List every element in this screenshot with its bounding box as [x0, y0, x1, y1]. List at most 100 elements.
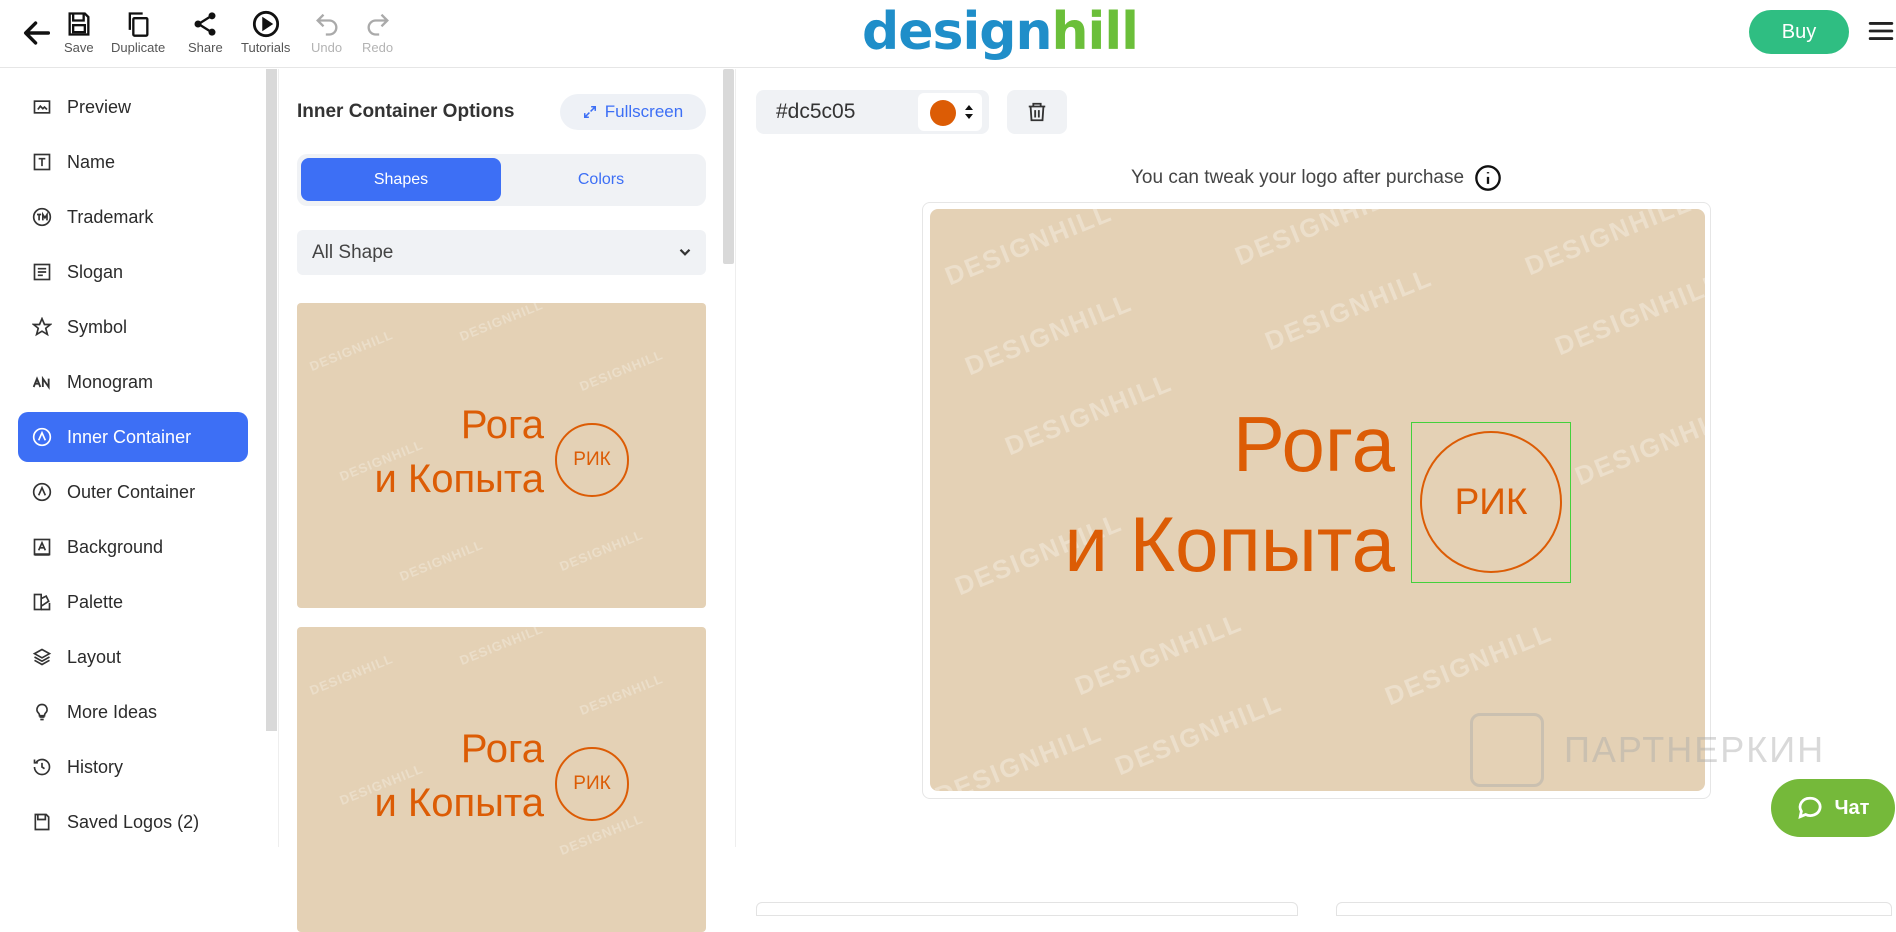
thumb-name-line2: и Копыта: [374, 781, 544, 825]
logo-name-line1[interactable]: Рога: [1233, 399, 1395, 490]
sidebar-item-layout[interactable]: Layout: [18, 632, 248, 682]
watermark: DESIGNHILL: [457, 627, 546, 669]
sidebar-item-label: Background: [67, 536, 164, 557]
fullscreen-button[interactable]: Fullscreen: [560, 94, 706, 130]
logo-variant-card[interactable]: [756, 902, 1298, 916]
sidebar-item-more-ideas[interactable]: More Ideas: [18, 687, 248, 737]
sidebar-item-label: History: [67, 756, 124, 777]
sidebar-item-slogan[interactable]: Slogan: [18, 247, 248, 297]
tutorials-button[interactable]: Tutorials: [241, 10, 290, 55]
options-scrollbar[interactable]: [723, 69, 734, 264]
shape-option-card[interactable]: DESIGNHILL DESIGNHILL DESIGNHILL DESIGNH…: [297, 627, 706, 932]
options-panel: Inner Container Options Fullscreen Shape…: [278, 69, 723, 932]
options-title: Inner Container Options: [297, 101, 515, 122]
logo-name-line2[interactable]: и Копыта: [1064, 499, 1395, 590]
layers-icon: [32, 648, 52, 666]
sidebar-item-preview[interactable]: Preview: [18, 82, 248, 132]
watermark: DESIGNHILL: [557, 526, 646, 575]
hamburger-menu-icon[interactable]: [1868, 18, 1894, 44]
shape-option-card[interactable]: DESIGNHILL DESIGNHILL DESIGNHILL DESIGNH…: [297, 303, 706, 608]
sidebar-item-outer-container[interactable]: Outer Container: [18, 467, 248, 517]
watermark: DESIGNHILL: [1380, 616, 1557, 712]
duplicate-icon: [128, 12, 149, 37]
monogram-icon: [32, 375, 50, 390]
star-icon: [32, 317, 52, 337]
info-icon[interactable]: [1474, 164, 1502, 192]
duplicate-button[interactable]: Duplicate: [111, 10, 165, 55]
color-hex-value: #dc5c05: [776, 100, 856, 123]
sidebar-item-inner-container[interactable]: Inner Container: [18, 412, 248, 462]
watermark: DESIGNHILL: [1260, 261, 1437, 357]
back-arrow-icon[interactable]: [20, 16, 54, 50]
inner-container-icon: [32, 427, 52, 447]
lightbulb-icon: [36, 703, 48, 721]
watermark: DESIGNHILL: [1570, 396, 1705, 492]
sidebar-item-label: Palette: [67, 591, 124, 612]
redo-button[interactable]: Redo: [362, 10, 393, 55]
logo-variant-card[interactable]: [1336, 902, 1892, 916]
partner-watermark-text: ПАРТНЕРКИН: [1564, 729, 1826, 770]
play-circle-icon: [252, 10, 279, 38]
sidebar-item-label: Saved Logos (2): [67, 811, 200, 832]
watermark: DESIGNHILL: [1520, 209, 1697, 282]
thumb-monogram: РИК: [573, 773, 611, 794]
watermark: DESIGNHILL: [1070, 606, 1247, 702]
sidebar-item-background[interactable]: Background: [18, 522, 248, 572]
top-bar: Save Duplicate Share Tutorials Undo Redo…: [0, 0, 1896, 68]
redo-label: Redo: [362, 40, 394, 55]
sidebar-item-saved-logos[interactable]: Saved Logos (2): [18, 797, 248, 847]
sidebar-item-monogram[interactable]: Monogram: [18, 357, 248, 407]
sidebar-item-label: Monogram: [67, 371, 154, 392]
tab-shapes[interactable]: Shapes: [301, 158, 501, 201]
sidebar-item-label: Trademark: [67, 206, 154, 227]
slogan-icon: [33, 263, 51, 281]
color-hex-input[interactable]: #dc5c05: [756, 90, 989, 134]
redo-icon: [367, 13, 389, 36]
save-button[interactable]: Save: [64, 10, 94, 55]
share-button[interactable]: Share: [188, 10, 223, 55]
watermark: DESIGNHILL: [307, 326, 396, 375]
sidebar-scrollbar[interactable]: [266, 69, 277, 731]
shape-filter-select[interactable]: All Shape: [297, 230, 706, 275]
sidebar-item-symbol[interactable]: Symbol: [18, 302, 248, 352]
watermark: DESIGNHILL: [940, 209, 1117, 292]
logo-preview-frame: DESIGNHILL DESIGNHILL DESIGNHILL DESIGNH…: [922, 202, 1711, 799]
watermark: DESIGNHILL: [1230, 209, 1407, 272]
sidebar-item-history[interactable]: History: [18, 742, 248, 792]
logo-part-hill: hill: [1051, 2, 1139, 62]
undo-button[interactable]: Undo: [311, 10, 342, 55]
delete-button[interactable]: [1007, 90, 1067, 134]
chevron-down-icon: [679, 248, 691, 256]
tab-colors[interactable]: Colors: [501, 158, 701, 201]
thumb-monogram: РИК: [573, 449, 611, 470]
share-label: Share: [188, 40, 223, 55]
watermark: DESIGNHILL: [930, 716, 1107, 791]
sidebar-item-label: More Ideas: [67, 701, 158, 722]
logo-canvas[interactable]: DESIGNHILL DESIGNHILL DESIGNHILL DESIGNH…: [930, 209, 1705, 791]
expand-icon: [583, 105, 596, 119]
select-value: All Shape: [312, 241, 394, 263]
buy-button[interactable]: Buy: [1749, 10, 1849, 54]
watermark: DESIGNHILL: [577, 670, 666, 719]
chat-button[interactable]: Чат: [1771, 779, 1895, 837]
share-icon: [194, 12, 216, 36]
duplicate-label: Duplicate: [111, 40, 166, 55]
watermark: DESIGNHILL: [577, 346, 666, 395]
sidebar-item-name[interactable]: Name: [18, 137, 248, 187]
save-label: Save: [64, 40, 94, 55]
saved-icon: [34, 813, 50, 831]
designhill-logo[interactable]: designhill: [862, 2, 1139, 62]
sidebar-item-label: Preview: [67, 96, 132, 117]
sidebar-item-label: Layout: [67, 646, 122, 667]
fullscreen-label: Fullscreen: [604, 102, 684, 121]
selected-inner-container[interactable]: РИК: [1411, 422, 1571, 583]
up-down-arrow-icon: [965, 105, 973, 119]
partner-logo-icon: [1470, 713, 1544, 787]
sidebar-item-trademark[interactable]: Trademark: [18, 192, 248, 242]
name-icon: [33, 153, 51, 171]
watermark: DESIGNHILL: [397, 536, 486, 585]
color-picker[interactable]: [918, 93, 982, 131]
thumb-monogram-circle: РИК: [555, 423, 629, 497]
sidebar-item-palette[interactable]: Palette: [18, 577, 248, 627]
background-icon: [33, 538, 51, 556]
